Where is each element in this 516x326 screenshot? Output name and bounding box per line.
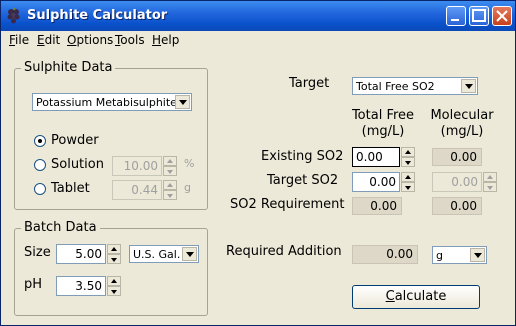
addition-unit-select[interactable]: g [432, 246, 487, 264]
so2-requirement-label: SO2 Requirement [230, 197, 345, 212]
spin-up-icon[interactable] [163, 180, 177, 190]
title-bar[interactable]: Sulphite Calculator [1, 1, 515, 31]
batch-size-field[interactable]: 5.00 [56, 244, 106, 264]
chevron-down-icon [470, 248, 485, 262]
sulphite-data-legend: Sulphite Data [21, 60, 116, 75]
existing-so2-label: Existing SO2 [261, 149, 344, 164]
target-select-value: Total Free SO2 [356, 80, 435, 93]
batch-data-group [14, 228, 208, 316]
radio-solution[interactable] [34, 159, 46, 171]
batch-size-value: 5.00 [75, 247, 102, 261]
total-free-header: Total Free [351, 108, 415, 123]
spin-up-icon[interactable] [483, 172, 497, 182]
compound-select-value: Potassium Metabisulphite [36, 96, 177, 109]
volume-unit-select[interactable]: U.S. Gal. [129, 245, 199, 263]
compound-select[interactable]: Potassium Metabisulphite [32, 93, 192, 111]
tablet-weight-value: 0.44 [131, 183, 158, 197]
tablet-weight-field[interactable]: 0.44 [112, 180, 162, 200]
solution-unit-label: % [184, 157, 195, 170]
ph-field[interactable]: 3.50 [56, 276, 106, 296]
spin-down-icon[interactable] [401, 157, 415, 167]
menu-tools[interactable]: Tools [115, 33, 145, 47]
calculate-button[interactable]: Calculate [352, 285, 480, 309]
existing-total-field[interactable]: 0.00 [352, 147, 400, 167]
target-molecular-stepper[interactable] [483, 172, 497, 192]
menu-edit[interactable]: Edit [37, 33, 60, 47]
chevron-down-icon [182, 247, 197, 261]
menu-options[interactable]: Options [67, 33, 113, 47]
existing-molecular-value: 0.00 [450, 150, 477, 164]
size-label: Size [24, 245, 51, 260]
ph-value: 3.50 [75, 279, 102, 293]
main-window: Sulphite Calculator File Edit Options To… [0, 0, 516, 326]
solution-percent-value: 10.00 [123, 159, 158, 173]
grapes-icon [7, 7, 20, 24]
tablet-unit-label: g [184, 181, 191, 194]
ph-stepper[interactable] [107, 276, 121, 296]
spin-down-icon[interactable] [483, 182, 497, 192]
menu-help[interactable]: Help [152, 33, 179, 47]
spin-up-icon[interactable] [107, 276, 121, 286]
spin-down-icon[interactable] [163, 190, 177, 200]
batch-data-legend: Batch Data [21, 220, 100, 235]
requirement-total-value: 0.00 [370, 199, 397, 213]
ph-label: pH [24, 277, 43, 292]
spin-up-icon[interactable] [401, 147, 415, 157]
target-molecular-value: 0.00 [451, 175, 478, 189]
existing-molecular-field: 0.00 [432, 148, 482, 166]
molecular-header: Molecular [430, 108, 494, 123]
radio-tablet[interactable] [34, 183, 46, 195]
menu-file[interactable]: File [9, 33, 29, 47]
maximize-button[interactable] [469, 6, 489, 26]
spin-down-icon[interactable] [107, 286, 121, 296]
maximize-icon [472, 9, 486, 22]
solution-percent-stepper[interactable] [163, 156, 177, 176]
spin-down-icon[interactable] [163, 166, 177, 176]
radio-solution-label[interactable]: Solution [51, 157, 104, 172]
spin-down-icon[interactable] [401, 182, 415, 192]
tablet-weight-stepper[interactable] [163, 180, 177, 200]
radio-powder-label[interactable]: Powder [51, 133, 99, 148]
requirement-molecular-value: 0.00 [450, 199, 477, 213]
molecular-unit-header: (mg/L) [440, 124, 484, 139]
close-icon [496, 10, 508, 22]
batch-size-stepper[interactable] [107, 244, 121, 264]
volume-unit-value: U.S. Gal. [133, 248, 181, 261]
spin-up-icon[interactable] [401, 172, 415, 182]
target-total-stepper[interactable] [401, 172, 415, 192]
addition-unit-value: g [436, 249, 443, 262]
existing-total-stepper[interactable] [401, 147, 415, 167]
chevron-down-icon [175, 95, 190, 109]
total-free-unit-header: (mg/L) [361, 124, 405, 139]
spin-up-icon[interactable] [107, 244, 121, 254]
spin-up-icon[interactable] [163, 156, 177, 166]
target-select[interactable]: Total Free SO2 [352, 77, 478, 95]
radio-powder[interactable] [34, 135, 46, 147]
existing-total-value: 0.00 [356, 150, 383, 164]
minimize-button[interactable] [446, 6, 466, 26]
minimize-icon [451, 19, 459, 21]
target-label: Target [289, 76, 330, 91]
requirement-total-field: 0.00 [352, 197, 402, 215]
chevron-down-icon [461, 79, 476, 93]
menu-bar: File Edit Options Tools Help [1, 31, 515, 49]
required-addition-label: Required Addition [226, 244, 342, 259]
radio-tablet-label[interactable]: Tablet [51, 181, 90, 196]
target-total-value: 0.00 [369, 175, 396, 189]
required-addition-value: 0.00 [386, 247, 413, 261]
window-title: Sulphite Calculator [27, 8, 168, 23]
close-button[interactable] [492, 6, 512, 26]
requirement-molecular-field: 0.00 [432, 197, 482, 215]
target-so2-label: Target SO2 [267, 173, 339, 188]
target-molecular-field[interactable]: 0.00 [432, 172, 482, 192]
target-total-field[interactable]: 0.00 [352, 172, 400, 192]
required-addition-field: 0.00 [352, 245, 418, 264]
spin-down-icon[interactable] [107, 254, 121, 264]
solution-percent-field[interactable]: 10.00 [112, 156, 162, 176]
